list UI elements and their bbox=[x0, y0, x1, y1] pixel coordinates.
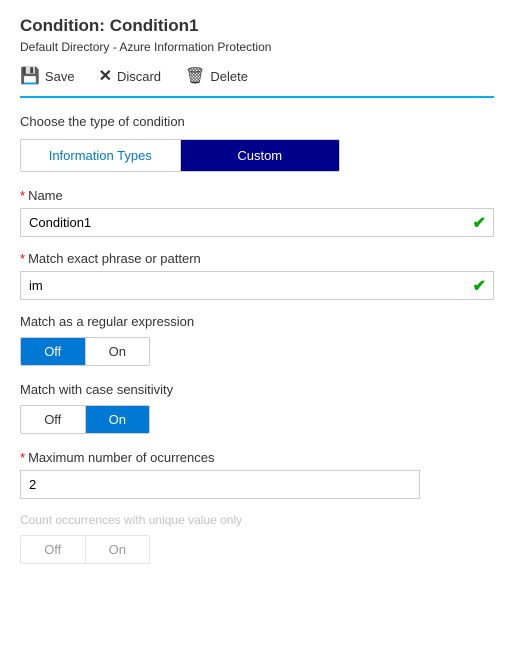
max-occurrences-group: *Maximum number of ocurrences bbox=[20, 450, 494, 499]
match-phrase-input-wrapper: ✔ bbox=[20, 271, 494, 300]
delete-button[interactable]: 🗑 Delete bbox=[185, 66, 248, 86]
case-on-button[interactable]: On bbox=[86, 406, 150, 433]
tab-information-types[interactable]: Information Types bbox=[21, 140, 181, 171]
name-input[interactable] bbox=[20, 208, 494, 237]
match-phrase-field-group: *Match exact phrase or pattern ✔ bbox=[20, 251, 494, 300]
match-phrase-label: *Match exact phrase or pattern bbox=[20, 251, 494, 266]
name-field-group: *Name ✔ bbox=[20, 188, 494, 237]
max-occurrences-input[interactable] bbox=[20, 470, 420, 499]
save-icon: 💾 bbox=[20, 66, 40, 86]
regex-label: Match as a regular expression bbox=[20, 314, 494, 329]
tab-custom[interactable]: Custom bbox=[181, 140, 340, 171]
save-button[interactable]: 💾 Save bbox=[20, 66, 75, 86]
match-check-icon: ✔ bbox=[473, 276, 486, 296]
discard-button[interactable]: ✕ Discard bbox=[99, 66, 161, 86]
regex-off-button[interactable]: Off bbox=[21, 338, 86, 365]
case-sensitivity-toggle-group: Off On bbox=[20, 405, 150, 434]
required-star-3: * bbox=[20, 450, 25, 465]
delete-label: Delete bbox=[210, 69, 248, 84]
case-off-button[interactable]: Off bbox=[21, 406, 86, 433]
case-sensitivity-toggle-section: Match with case sensitivity Off On bbox=[20, 382, 494, 434]
discard-label: Discard bbox=[117, 69, 161, 84]
required-star-2: * bbox=[20, 251, 25, 266]
name-input-wrapper: ✔ bbox=[20, 208, 494, 237]
condition-type-tabs: Information Types Custom bbox=[20, 139, 340, 172]
count-unique-toggle-group: Off On bbox=[20, 535, 150, 564]
save-label: Save bbox=[45, 69, 75, 84]
count-unique-label: Count occurrences with unique value only bbox=[20, 513, 494, 527]
regex-toggle-section: Match as a regular expression Off On bbox=[20, 314, 494, 366]
required-star: * bbox=[20, 188, 25, 203]
discard-icon: ✕ bbox=[99, 66, 112, 86]
case-sensitivity-label: Match with case sensitivity bbox=[20, 382, 494, 397]
subtitle: Default Directory - Azure Information Pr… bbox=[20, 40, 494, 54]
count-off-button[interactable]: Off bbox=[21, 536, 86, 563]
page-container: Condition: Condition1 Default Directory … bbox=[0, 0, 514, 596]
name-check-icon: ✔ bbox=[473, 213, 486, 233]
name-label: *Name bbox=[20, 188, 494, 203]
delete-icon: 🗑 bbox=[185, 66, 205, 86]
count-on-button[interactable]: On bbox=[86, 536, 150, 563]
toolbar: 💾 Save ✕ Discard 🗑 Delete bbox=[20, 66, 494, 98]
regex-on-button[interactable]: On bbox=[86, 338, 150, 365]
count-unique-toggle-section: Count occurrences with unique value only… bbox=[20, 513, 494, 564]
match-phrase-input[interactable] bbox=[20, 271, 494, 300]
page-title: Condition: Condition1 bbox=[20, 16, 494, 36]
condition-type-label: Choose the type of condition bbox=[20, 114, 494, 129]
max-occurrences-label: *Maximum number of ocurrences bbox=[20, 450, 494, 465]
regex-toggle-group: Off On bbox=[20, 337, 150, 366]
